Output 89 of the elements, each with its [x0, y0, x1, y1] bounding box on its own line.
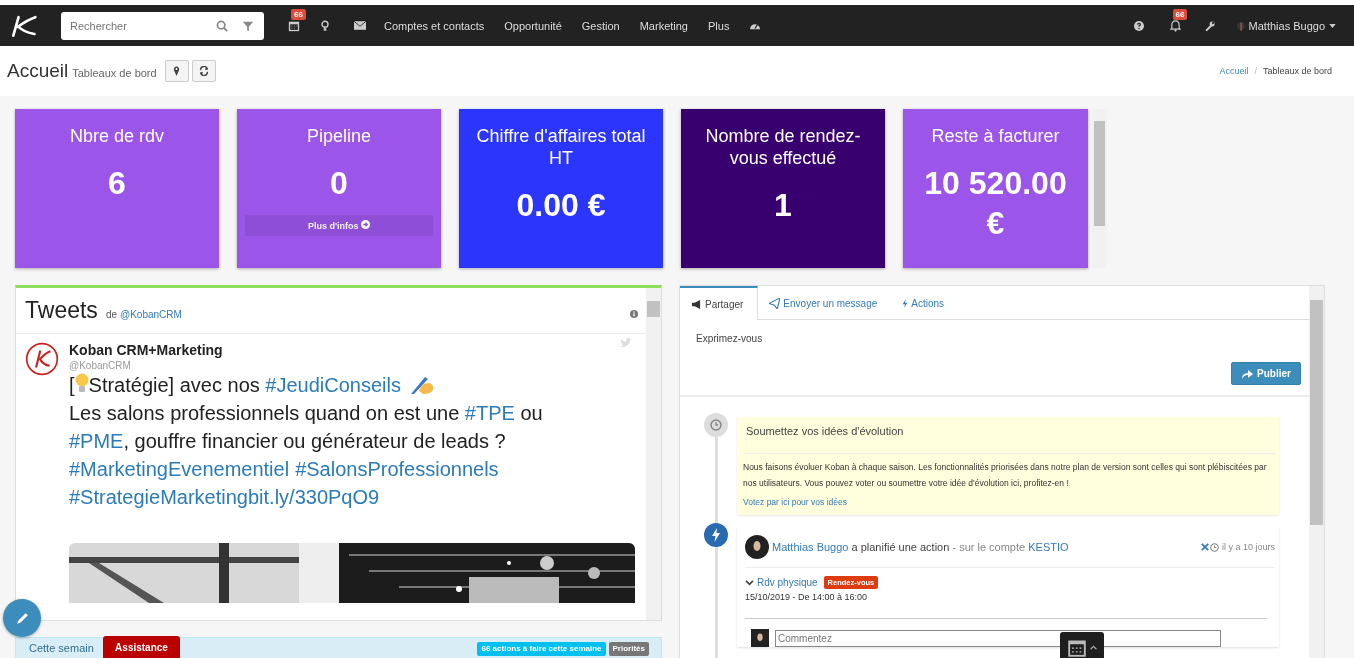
hashtag-link[interactable]: #TPE — [464, 402, 515, 424]
tile-title: Nombre de rendez-vous effectué — [704, 125, 862, 169]
chevron-icon[interactable] — [745, 579, 754, 586]
comment-field[interactable]: Commentez — [775, 629, 1221, 647]
panel-title: Tweets — [25, 297, 98, 324]
scrollbar[interactable] — [1309, 286, 1324, 658]
tile-value: 6 — [108, 164, 126, 203]
share-arrow-icon — [1241, 368, 1254, 379]
page-title: Accueil — [7, 60, 69, 82]
tile-value: 0.00 € — [516, 186, 606, 225]
pin-button[interactable] — [164, 60, 189, 82]
lightbulb-icon — [74, 373, 89, 395]
card-text: Nous faisons évoluer Koban à chaque saison. Les fonctionnalités priorisées dans notre plan de version sont celles qui sont plébiscitées par nos utilisateurs. Vous pouvez voter ou soumettre votre idée d'évolution ici, profitez-en ! — [743, 461, 1268, 490]
week-label: Cette semain — [29, 642, 94, 655]
pencil-icon — [14, 610, 30, 626]
count-badge[interactable]: Priorités — [608, 642, 649, 656]
clock-icon — [1209, 542, 1219, 552]
calendar-button[interactable] — [1060, 632, 1104, 658]
notification-badge: 66 — [291, 8, 306, 20]
tweet-text: [ Stratégie] avec nos #JeudiConseils Les salons professionnels quand on est une #TPE ou #PME, gouffre financier ou générateur de leads ? #MarketingEvenementiel #SalonsProfessionnels #StrategieMarketingbit.ly/330PqO9 — [69, 372, 544, 510]
search-field[interactable]: Rechercher — [61, 18, 202, 33]
handle-link[interactable]: @KobanCRM — [120, 309, 182, 320]
user-link[interactable]: Matthias Buggo — [772, 541, 849, 553]
tab[interactable]: Actions — [891, 286, 959, 319]
user-avatar — [751, 629, 769, 647]
map-pin-icon — [173, 66, 181, 76]
action-type-link[interactable]: Rdv physique — [757, 577, 818, 588]
scrollbar[interactable] — [1092, 109, 1107, 268]
breadcrumb-text: Tableaux de bord — [1262, 66, 1332, 76]
tab[interactable]: Partager — [680, 286, 759, 320]
nav-menu-item[interactable]: Gestion — [581, 19, 620, 32]
user-menu[interactable]: Matthias Buggo — [1248, 19, 1325, 32]
by-label: de — [105, 309, 117, 320]
user-avatar — [745, 535, 769, 559]
help-icon[interactable] — [1133, 19, 1144, 32]
tile-title: Reste à facturer — [931, 125, 1060, 147]
edit-button[interactable] — [3, 599, 41, 637]
tile-value: 10 520.00 € — [923, 164, 1068, 243]
search-box[interactable]: Rechercher — [61, 11, 264, 40]
scrollbar[interactable] — [646, 288, 661, 620]
notification-badge: 66 — [1172, 8, 1188, 20]
bird-icon — [619, 338, 632, 349]
refresh-icon — [198, 66, 209, 76]
close-icon[interactable] — [1200, 543, 1209, 551]
tweet-handle: @KobanCRM — [69, 360, 132, 371]
filter-icon[interactable] — [242, 19, 254, 32]
calendar-icon[interactable] — [288, 19, 300, 32]
lightbulb-icon[interactable] — [320, 19, 330, 32]
hashtag-link[interactable]: #MarketingEvenementiel — [69, 458, 290, 480]
caret-icon — [1090, 645, 1097, 650]
tile-title: Pipeline — [306, 125, 371, 147]
page-subtitle: Tableaux de bord — [72, 67, 157, 79]
nav-menu-item[interactable]: Opportunité — [504, 19, 562, 32]
hashtag-link[interactable]: #PME — [69, 430, 124, 452]
breadcrumb-link[interactable]: Accueil — [1219, 66, 1249, 76]
tab[interactable]: Envoyer un message — [758, 286, 892, 319]
hashtag-link[interactable]: #JeudiConseils — [265, 374, 401, 396]
tile-value: 0 — [330, 164, 348, 203]
info-icon[interactable] — [630, 310, 638, 318]
vote-link[interactable]: Votez par ici pour vos idées — [743, 497, 847, 507]
megaphone-icon — [691, 299, 702, 309]
paper-plane-icon — [769, 298, 781, 309]
breadcrumb-separator: / — [1254, 66, 1257, 76]
bolt-icon — [902, 298, 909, 309]
bolt-icon — [704, 523, 728, 547]
tweet-author: Koban CRM+Marketing — [69, 342, 223, 358]
arrow-circle-icon — [361, 220, 371, 229]
assistance-button[interactable]: Assistance — [103, 636, 180, 658]
hashtag-link[interactable]: #SalonsProfessionnels — [295, 458, 499, 480]
nav-menu-item[interactable]: Plus — [708, 19, 730, 32]
caret-icon[interactable] — [1329, 23, 1336, 28]
search-icon[interactable] — [216, 19, 228, 32]
envelope-icon[interactable] — [354, 21, 366, 30]
more-info-link[interactable]: Plus d'infos — [245, 215, 433, 236]
activity-text: Matthias Buggo a planifié une action - sur le compte KESTIO — [772, 541, 1069, 553]
action-date: 15/10/2019 - De 14:00 à 16:00 — [745, 592, 869, 602]
account-link[interactable]: KESTIO — [1028, 541, 1069, 553]
tile-title: Chiffre d'affaires total HT — [475, 125, 647, 169]
avatar — [25, 342, 59, 376]
tile-value: 1 — [774, 186, 792, 225]
bell-icon[interactable] — [1169, 19, 1181, 32]
refresh-button[interactable] — [191, 60, 216, 82]
tile-title: Nbre de rdv — [69, 125, 164, 147]
nav-menu-item[interactable]: Marketing — [639, 19, 688, 32]
hashtag-link[interactable]: #StrategieMarketingbit.ly/330PqO9 — [69, 486, 380, 508]
nav-menu-item[interactable]: Comptes et contacts — [384, 19, 485, 32]
wrench-icon[interactable] — [1204, 19, 1215, 32]
card-title: Soumettez vos idées d'évolution — [743, 425, 1275, 454]
publish-button[interactable]: Publier — [1231, 362, 1301, 385]
